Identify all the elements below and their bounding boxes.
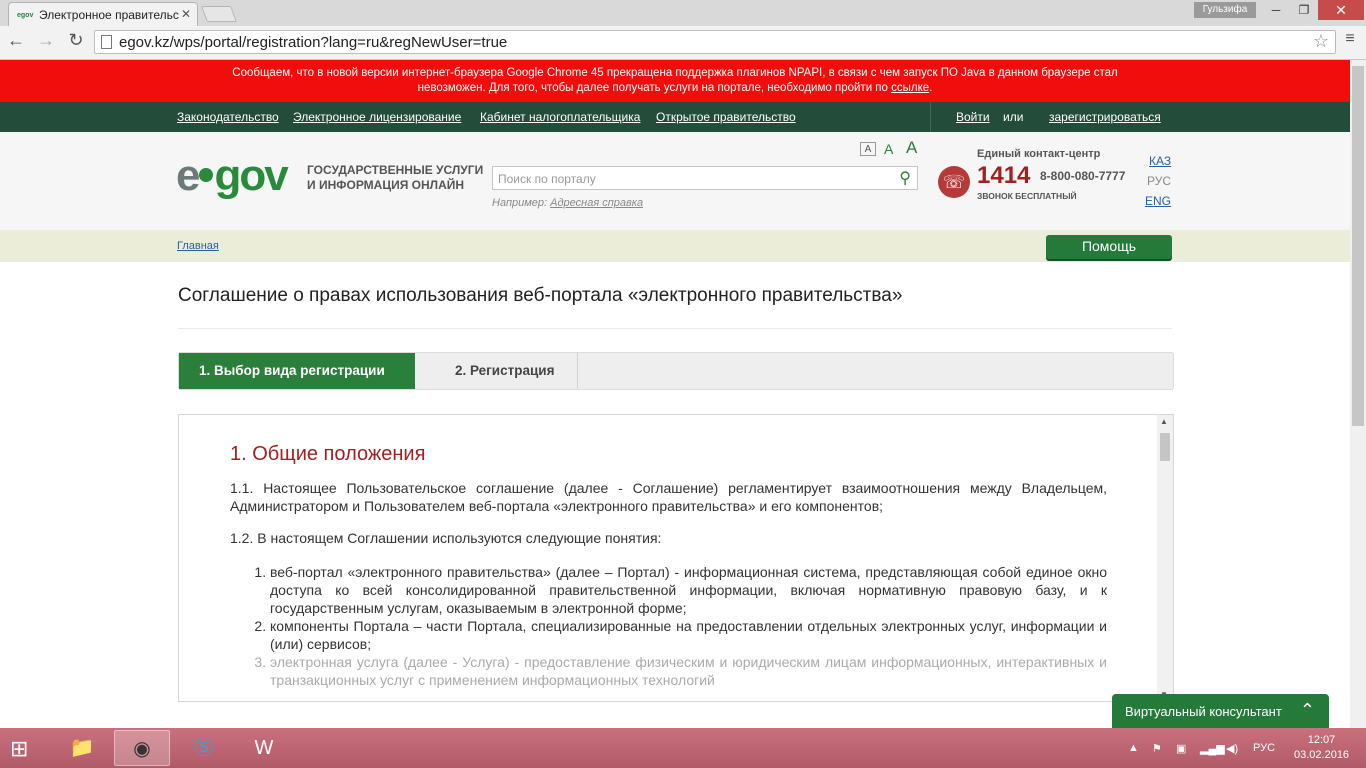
step-divider — [577, 353, 578, 389]
browser-toolbar: ← → ↻ egov.kz/wps/portal/registration?la… — [0, 26, 1366, 60]
section-heading: 1. Общие положения — [230, 443, 426, 465]
system-clock[interactable]: 12:07 03.02.2016 — [1294, 733, 1349, 763]
chrome-icon[interactable]: ◉ — [114, 730, 170, 766]
top-navigation: Законодательство Электронное лицензирова… — [0, 102, 1350, 132]
nav-open-government[interactable]: Открытое правительство — [656, 110, 796, 124]
nav-divider — [930, 102, 931, 132]
breadcrumb-home[interactable]: Главная — [177, 240, 219, 252]
registration-steps: 1. Выбор вида регистрации 2. Регистрация — [178, 352, 1174, 390]
consultant-label: Виртуальный консультант — [1125, 704, 1282, 719]
browser-titlebar: egov Электронное правительс ✕ Гульзифа ─… — [0, 0, 1366, 26]
window-close-icon[interactable]: ✕ — [1318, 0, 1364, 20]
reload-icon[interactable]: ↻ — [64, 30, 88, 51]
contact-phone: 8-800-080-7777 — [1040, 169, 1126, 183]
paragraph-1-2: 1.2. В настоящем Соглашении используются… — [230, 530, 662, 546]
login-link[interactable]: Войти — [956, 110, 990, 124]
lang-rus: РУС — [1147, 174, 1172, 188]
forward-arrow-icon[interactable]: → — [34, 30, 58, 51]
tab-close-icon[interactable]: ✕ — [181, 7, 191, 21]
agreement-scrollbar[interactable]: ▲ ▼ — [1157, 415, 1173, 701]
lang-eng[interactable]: ENG — [1145, 194, 1171, 208]
search-icon[interactable]: ⚲ — [899, 168, 911, 188]
windows-start-icon[interactable]: ⊞ — [10, 738, 38, 760]
contact-short-number: 1414 — [977, 162, 1031, 189]
network-icon[interactable]: ▂▄▆ — [1200, 742, 1225, 755]
tray-expand-icon[interactable]: ▲ — [1128, 742, 1139, 754]
lang-kaz[interactable]: КАЗ — [1149, 154, 1171, 168]
maximize-icon[interactable]: ❐ — [1290, 0, 1318, 20]
contact-center-label: Единый контакт-центр — [977, 148, 1101, 160]
or-text: или — [1003, 110, 1024, 124]
browser-tab[interactable]: egov Электронное правительс ✕ — [8, 2, 198, 26]
device-icon[interactable]: ▣ — [1176, 742, 1186, 755]
page-scroll-thumb[interactable] — [1352, 66, 1364, 426]
page-title: Соглашение о правах использования веб-по… — [178, 285, 903, 306]
profile-badge[interactable]: Гульзифа — [1194, 2, 1256, 18]
phone-icon: ☏ — [938, 166, 970, 198]
url-text: egov.kz/wps/portal/registration?lang=ru&… — [119, 34, 508, 51]
bookmark-star-icon[interactable]: ☆ — [1313, 31, 1329, 52]
scroll-thumb[interactable] — [1160, 433, 1170, 461]
java-warning-banner: Сообщаем, что в новой версии интернет-бр… — [0, 60, 1350, 102]
tab-title: Электронное правительс — [39, 8, 179, 22]
scroll-up-icon[interactable]: ▲ — [1160, 417, 1168, 426]
help-button[interactable]: Помощь — [1046, 235, 1172, 259]
site-tagline: ГОСУДАРСТВЕННЫЕ УСЛУГИ И ИНФОРМАЦИЯ ОНЛА… — [307, 163, 484, 192]
list-item: электронная услуга (далее - Услуга) - пр… — [270, 653, 1107, 689]
site-header: e gov ГОСУДАРСТВЕННЫЕ УСЛУГИ И ИНФОРМАЦИЯ… — [0, 132, 1350, 230]
breadcrumb: Главная Помощь — [0, 230, 1350, 262]
egov-logo[interactable]: e gov — [176, 154, 289, 198]
virtual-consultant-button[interactable]: Виртуальный консультант ⌃ — [1112, 694, 1329, 728]
alert-link[interactable]: ссылке — [891, 82, 929, 94]
register-link[interactable]: зарегистрироваться — [1049, 110, 1161, 124]
step-2: 2. Регистрация — [455, 363, 555, 378]
font-size-large[interactable]: A — [906, 138, 917, 158]
font-size-small[interactable]: A — [860, 142, 876, 156]
search-input[interactable]: Поиск по порталу ⚲ — [492, 166, 918, 190]
flag-icon[interactable]: ⚑ — [1152, 742, 1162, 755]
file-explorer-icon[interactable]: 📁 — [54, 730, 110, 766]
font-size-medium[interactable]: A — [884, 141, 893, 157]
search-placeholder: Поиск по порталу — [498, 172, 596, 186]
new-tab-button[interactable] — [201, 6, 237, 22]
page-scrollbar[interactable] — [1350, 60, 1366, 728]
list-item: компоненты Портала – части Портала, спец… — [270, 617, 1107, 653]
paragraph-1-1: 1.1. Настоящее Пользовательское соглашен… — [230, 480, 1107, 514]
back-arrow-icon[interactable]: ← — [4, 30, 28, 51]
page-viewport: Сообщаем, что в новой версии интернет-бр… — [0, 60, 1350, 728]
agreement-textbox[interactable]: 1. Общие положения 1.1. Настоящее Пользо… — [178, 414, 1174, 702]
windows-taskbar: ⊞ 📁 ◉ Ⓢ W ▲ ⚑ ▣ ▂▄▆ ◀) РУС 12:07 03.02.2… — [0, 728, 1366, 768]
contact-free-call: ЗВОНОК БЕСПЛАТНЫЙ — [977, 191, 1077, 201]
search-hint: Например: Адресная справка — [492, 197, 644, 209]
alert-line-1: Сообщаем, что в новой версии интернет-бр… — [232, 67, 1118, 79]
address-bar[interactable]: egov.kz/wps/portal/registration?lang=ru&… — [94, 30, 1336, 54]
nav-e-licensing[interactable]: Электронное лицензирование — [293, 110, 461, 124]
input-language[interactable]: РУС — [1253, 742, 1275, 754]
nav-legislation[interactable]: Законодательство — [177, 110, 279, 124]
list-item: веб-портал «электронного правительства» … — [270, 563, 1107, 617]
agreement-text: 1. Общие положения 1.1. Настоящее Пользо… — [230, 443, 1107, 689]
chevron-up-icon[interactable]: ⌃ — [1300, 700, 1315, 721]
step-1-active[interactable]: 1. Выбор вида регистрации — [179, 353, 415, 389]
egov-favicon-icon: egov — [17, 12, 34, 19]
alert-line-2: невозможен. Для того, чтобы далее получа… — [417, 82, 933, 94]
skype-icon[interactable]: Ⓢ — [176, 730, 232, 766]
nav-taxpayer-cabinet[interactable]: Кабинет налогоплательщика — [480, 110, 640, 124]
browser-menu-icon[interactable]: ≡ — [1340, 30, 1360, 52]
title-divider — [178, 328, 1172, 329]
volume-icon[interactable]: ◀) — [1226, 742, 1238, 755]
search-hint-link[interactable]: Адресная справка — [550, 197, 643, 209]
minimize-icon[interactable]: ─ — [1262, 0, 1290, 20]
word-icon[interactable]: W — [236, 730, 292, 766]
page-icon — [101, 35, 112, 49]
